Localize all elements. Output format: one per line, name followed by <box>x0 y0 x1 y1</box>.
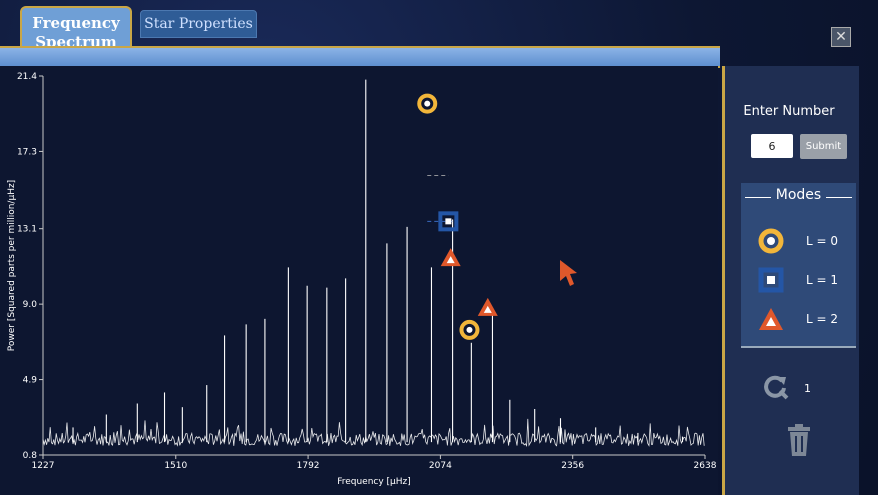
close-button[interactable]: ✕ <box>831 27 851 47</box>
triangle-icon[interactable] <box>758 306 786 334</box>
header-bar <box>0 46 720 68</box>
marker-l0-center <box>466 326 473 333</box>
square-icon[interactable] <box>758 267 786 295</box>
x-tick-label: 2638 <box>694 461 717 471</box>
marker-l1-center <box>445 218 452 225</box>
undo-icon[interactable] <box>760 371 790 401</box>
app-frame: Frequency Spectrum Star Properties ✕ 0.8… <box>0 0 878 495</box>
cursor-icon <box>560 260 577 286</box>
x-tick-label: 1510 <box>164 461 187 471</box>
modes-title: Modes <box>775 187 822 203</box>
trash-icon[interactable] <box>786 423 812 457</box>
mode-row-l2[interactable]: L = 2 <box>758 306 848 334</box>
x-tick-label: 1227 <box>32 461 55 471</box>
y-tick-label: 9.0 <box>23 300 38 310</box>
mode-row-l1[interactable]: L = 1 <box>758 267 848 295</box>
spectrum-chart[interactable]: 0.8 4.9 9.0 13.1 17.3 21.4 1227 1510 1792 2074 235… <box>0 66 718 495</box>
plot-area <box>43 76 705 455</box>
undo-count: 1 <box>804 382 811 395</box>
y-tick-label: 21.4 <box>17 72 37 82</box>
tab-star-properties[interactable]: Star Properties <box>140 10 257 38</box>
y-tick-label: 13.1 <box>17 225 37 235</box>
mode-row-l0[interactable]: L = 0 <box>758 228 848 256</box>
enter-number-label: Enter Number <box>743 104 835 119</box>
mode-label: L = 0 <box>806 234 839 248</box>
spectrum-svg[interactable]: 0.8 4.9 9.0 13.1 17.3 21.4 1227 1510 1792 2074 235… <box>0 66 718 495</box>
submit-button[interactable]: Submit <box>800 134 847 159</box>
circle-icon[interactable] <box>758 228 786 256</box>
x-tick-label: 1792 <box>297 461 320 471</box>
y-tick-label: 17.3 <box>17 147 37 157</box>
mode-label: L = 1 <box>806 273 839 287</box>
tab-label-line1: Frequency <box>32 14 120 32</box>
y-tick-label: 0.8 <box>23 451 38 461</box>
sidebar-divider <box>741 346 856 348</box>
mode-label: L = 2 <box>806 312 839 326</box>
number-input[interactable] <box>751 134 793 158</box>
tab-label: Star Properties <box>144 16 253 32</box>
y-tick-label: 4.9 <box>23 376 38 386</box>
x-tick-label: 2074 <box>429 461 452 471</box>
x-tick-label: 2356 <box>561 461 584 471</box>
y-axis-label: Power [Squared parts per million/μHz] <box>7 180 17 351</box>
x-axis-label: Frequency [μHz] <box>337 477 411 487</box>
marker-l0-center <box>424 100 431 107</box>
